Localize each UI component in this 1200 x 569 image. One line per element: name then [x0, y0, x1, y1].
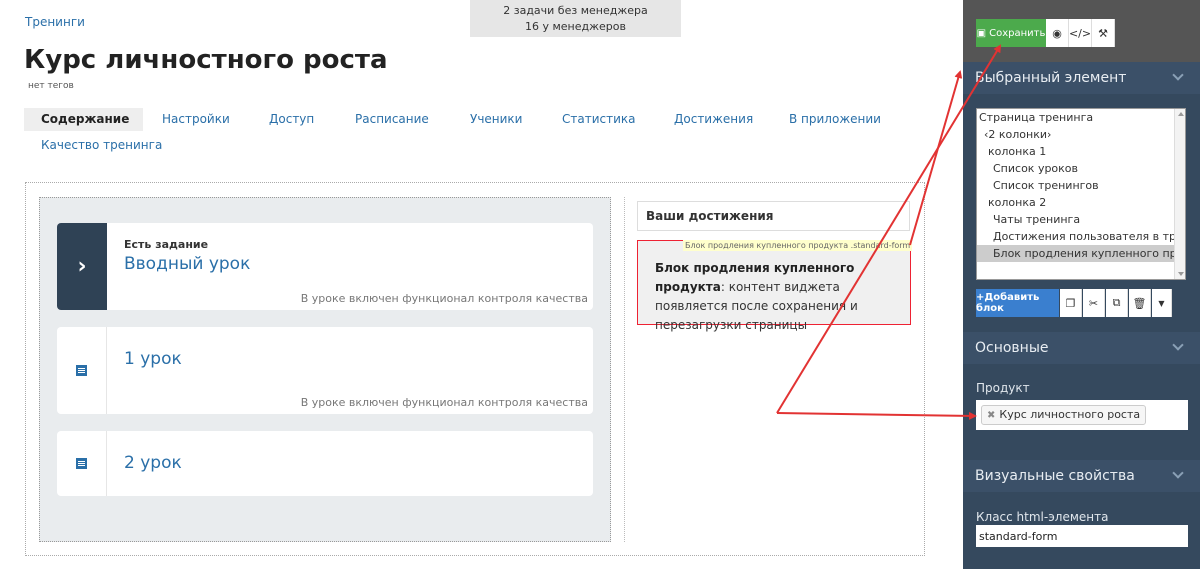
product-select[interactable]: ✖ Курс личностного роста [976, 400, 1188, 430]
renewal-block-tag: Блок продления купленного продукта .stan… [683, 240, 913, 251]
more-actions-dropdown[interactable]: ▼ [1152, 289, 1172, 317]
wrench-icon: ⚒ [1098, 26, 1108, 40]
element-tree[interactable]: Страница тренинга ‹2 колонки› колонка 1 … [976, 108, 1186, 280]
selected-element-title: Выбранный элемент [975, 70, 1127, 86]
class-label: Класс html-элемента [976, 510, 1109, 524]
code-icon: </> [1068, 26, 1092, 40]
document-list-icon [57, 327, 107, 414]
achievements-title[interactable]: Ваши достижения [637, 201, 910, 231]
tree-item[interactable]: колонка 1 [977, 143, 1175, 160]
main-section-header[interactable]: Основные [963, 332, 1200, 364]
cut-button[interactable]: ✂ [1083, 289, 1105, 317]
copy-button[interactable]: ❐ [1060, 289, 1082, 317]
tab-access[interactable]: Доступ [269, 108, 314, 131]
copy-icon: ❐ [1065, 296, 1076, 310]
visual-properties-header[interactable]: Визуальные свойства [963, 460, 1200, 492]
lesson-card[interactable]: › Есть задание Вводный урок В уроке вклю… [57, 223, 593, 310]
class-input[interactable] [976, 525, 1188, 547]
settings-button[interactable]: ⚒ [1092, 19, 1115, 47]
product-chip-label: Курс личностного роста [999, 408, 1141, 421]
scissors-icon: ✂ [1088, 296, 1099, 310]
tree-item[interactable]: колонка 2 [977, 194, 1175, 211]
breadcrumb-link[interactable]: Тренинги [25, 15, 85, 29]
trash-icon: 🗑 [1132, 296, 1147, 310]
product-chip[interactable]: ✖ Курс личностного роста [981, 405, 1147, 425]
tree-item[interactable]: Список тренингов [977, 177, 1175, 194]
add-block-button[interactable]: +Добавить блок [976, 289, 1059, 317]
tab-schedule[interactable]: Расписание [355, 108, 429, 131]
renewal-block-text: Блок продления купленного продукта: конт… [655, 259, 905, 335]
delete-button[interactable]: 🗑 [1129, 289, 1151, 317]
tab-in-app[interactable]: В приложении [789, 108, 881, 131]
main-section-title: Основные [975, 340, 1049, 356]
tags-label[interactable]: нет тегов [28, 81, 74, 91]
chevron-down-icon [1172, 69, 1184, 81]
chevron-down-icon [1172, 467, 1184, 479]
lesson-card[interactable]: 2 урок [57, 431, 593, 496]
eye-icon: ◉ [1052, 26, 1062, 40]
tab-students[interactable]: Ученики [470, 108, 522, 131]
lesson-quality-note: В уроке включен функционал контроля каче… [300, 292, 588, 305]
lesson-task-label: Есть задание [124, 238, 209, 251]
tree-item-selected[interactable]: Блок продления купленного про [977, 245, 1175, 262]
lesson-title[interactable]: 2 урок [124, 453, 182, 473]
chevron-right-icon: › [57, 223, 107, 310]
lesson-card[interactable]: 1 урок В уроке включен функционал контро… [57, 327, 593, 414]
editor-panel: ▣ Сохранить ◉ </> ⚒ Выбранный элемент Стр… [963, 0, 1200, 569]
document-list-icon [57, 431, 107, 496]
tab-settings[interactable]: Настройки [162, 108, 230, 131]
save-icon: ▣ [976, 27, 987, 39]
lesson-title[interactable]: Вводный урок [124, 254, 250, 274]
notice-line-1: 2 задачи без менеджера [503, 4, 648, 17]
page-title: Курс личностного роста [24, 45, 388, 75]
selected-element-header[interactable]: Выбранный элемент [963, 62, 1200, 94]
remove-icon[interactable]: ✖ [987, 410, 995, 421]
tree-item[interactable]: ‹2 колонки› [977, 126, 1175, 143]
visual-properties-title: Визуальные свойства [975, 468, 1135, 484]
save-button[interactable]: ▣ Сохранить [976, 19, 1046, 47]
paste-button[interactable]: ⧉ [1106, 289, 1128, 317]
panel-toolbar: ▣ Сохранить ◉ </> ⚒ [963, 0, 1200, 62]
tab-training-quality[interactable]: Качество тренинга [41, 134, 162, 157]
tree-item[interactable]: Список уроков [977, 160, 1175, 177]
caret-down-icon: ▼ [1158, 298, 1165, 308]
tree-item[interactable]: Достижения пользователя в тре [977, 228, 1175, 245]
tree-item[interactable]: Страница тренинга [977, 109, 1175, 126]
save-button-label: Сохранить [989, 27, 1046, 39]
tree-scrollbar[interactable] [1174, 109, 1185, 279]
code-button[interactable]: </> [1069, 19, 1092, 47]
product-label: Продукт [976, 381, 1030, 395]
tab-statistics[interactable]: Статистика [562, 108, 636, 131]
tree-item[interactable]: Чаты тренинга [977, 211, 1175, 228]
lesson-quality-note: В уроке включен функционал контроля каче… [300, 396, 588, 409]
preview-button[interactable]: ◉ [1046, 19, 1069, 47]
tab-content[interactable]: Содержание [24, 108, 144, 131]
notice-line-2: 16 у менеджеров [524, 20, 626, 33]
paste-icon: ⧉ [1112, 296, 1121, 309]
tab-achievements[interactable]: Достижения [674, 108, 753, 131]
manager-tasks-notice[interactable]: 2 задачи без менеджера 16 у менеджеров [470, 0, 681, 37]
lesson-title[interactable]: 1 урок [124, 349, 182, 369]
chevron-down-icon [1172, 339, 1184, 351]
